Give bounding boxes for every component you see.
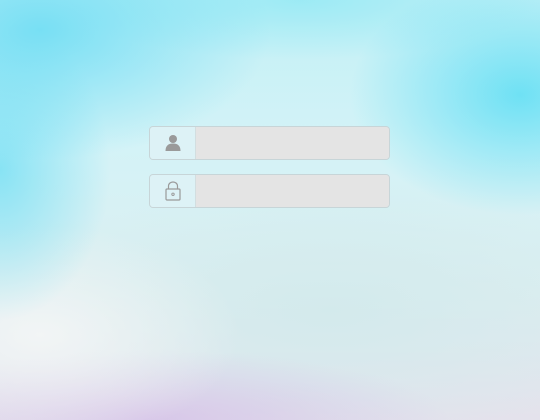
password-field bbox=[149, 174, 390, 208]
password-input[interactable] bbox=[196, 175, 389, 207]
username-input[interactable] bbox=[196, 127, 389, 159]
user-icon bbox=[164, 134, 182, 152]
login-form bbox=[149, 126, 390, 222]
password-icon-addon bbox=[150, 175, 196, 207]
username-field bbox=[149, 126, 390, 160]
lock-icon bbox=[164, 181, 182, 201]
username-icon-addon bbox=[150, 127, 196, 159]
